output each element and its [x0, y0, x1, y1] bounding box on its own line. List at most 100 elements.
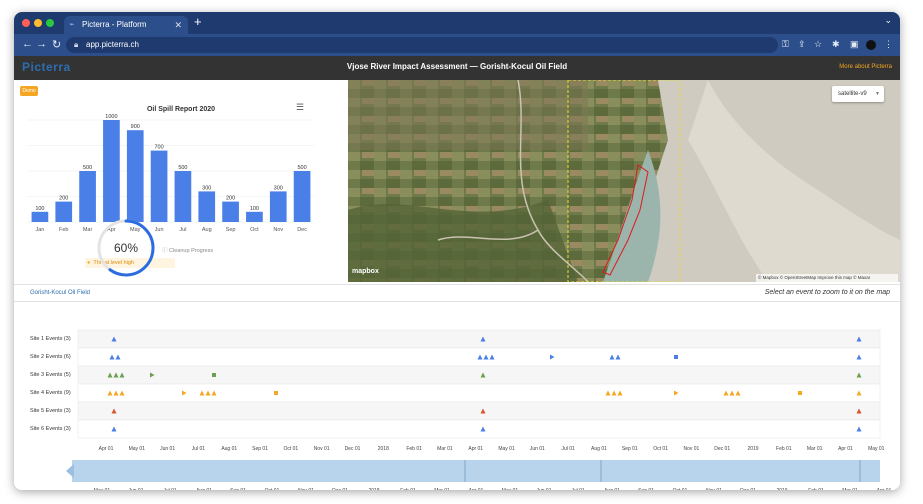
timeline-axis-label: Nov 01 [683, 446, 699, 452]
timeline-row [77, 383, 881, 403]
chart-bar [31, 211, 49, 222]
overview-axis-label: Jul 01 [571, 488, 585, 490]
cleanup-progress-label: ⓘ Cleanup Progress [162, 246, 213, 254]
x-tick-label: Jul [179, 227, 186, 233]
event-marker [798, 391, 802, 395]
map-attribution[interactable]: © Mapbox © OpenStreetMap Improve this ma… [756, 274, 898, 282]
minimize-window-button[interactable] [34, 19, 42, 27]
overview-axis-label: Dec 01 [332, 488, 348, 490]
chart-bar [103, 120, 120, 222]
x-tick-label: Sep [226, 227, 236, 233]
bar-value-label: 500 [178, 165, 187, 171]
timeline-axis-label: Mar 01 [807, 446, 823, 452]
plus-icon[interactable]: + [194, 14, 202, 29]
timeline-row-label: Site 1 Events (3) [30, 336, 71, 342]
timeline-axis-label: Feb 01 [776, 446, 792, 452]
chart-bar [150, 150, 168, 222]
chart-bar [174, 171, 192, 222]
timeline-axis-label: Feb 01 [406, 446, 422, 452]
chart-bar [198, 191, 216, 222]
overview-axis-label: 2019 [776, 488, 787, 490]
overview-axis-label: Aug 01 [196, 488, 212, 490]
x-tick-label: Aug [202, 227, 212, 233]
overview-left-handle [66, 464, 74, 478]
chevron-down-icon[interactable]: ⌄ [884, 15, 892, 26]
more-about-link[interactable]: More about Picterra [839, 64, 892, 70]
share-icon[interactable]: ⇪ [798, 39, 806, 50]
overview-axis-label: Nov 01 [298, 488, 314, 490]
info-icon: ⓘ [162, 248, 168, 254]
forward-arrow-icon[interactable]: → [36, 38, 47, 50]
timeline-axis-label: 2019 [747, 446, 758, 452]
timeline-axis-label: Nov 01 [314, 446, 330, 452]
x-tick-label: Feb [59, 227, 68, 233]
timeline-axis-label: 2018 [378, 446, 389, 452]
page-title: Vjose River Impact Assessment — Gorisht-… [346, 62, 568, 71]
timeline-overview-brush [72, 460, 880, 482]
browser-tab[interactable]: ⌁ Picterra - Platform ✕ [64, 16, 188, 34]
event-marker [212, 373, 216, 377]
timeline-axis-label: May 01 [868, 446, 885, 452]
x-tick-label: Jan [35, 227, 44, 233]
kebab-menu-icon[interactable]: ⋮ [884, 39, 893, 50]
bar-value-label: 300 [274, 185, 283, 191]
timeline-axis-label: Dec 01 [714, 446, 730, 452]
bookmark-star-icon[interactable]: ☆ [814, 39, 822, 50]
x-tick-label: Oct [250, 227, 259, 233]
x-tick-label: Nov [273, 227, 283, 233]
timeline-axis-label: Aug 01 [591, 446, 607, 452]
app-header: Picterra Vjose River Impact Assessment —… [14, 56, 900, 80]
timeline-row-label: Site 3 Events (5) [30, 372, 71, 378]
event-marker [674, 355, 678, 359]
timeline-hint: Select an event to zoom to it on the map [764, 289, 890, 296]
timeline-axis-label: Apr 01 [99, 446, 114, 452]
overview-axis-label: Jun 01 [536, 488, 551, 490]
chart-menu-icon[interactable]: ☰ [296, 102, 304, 113]
address-bar[interactable]: 🔒︎ app.picterra.ch [66, 37, 778, 53]
overview-axis-label: Oct 01 [265, 488, 280, 490]
chevron-down-icon: ▼ [875, 91, 880, 97]
browser-tab-title: Picterra - Platform [82, 20, 147, 29]
browser-window: ⌁ Picterra - Platform ✕ + ⌄ ← → ↻ 🔒︎ app… [14, 12, 900, 490]
satellite-map[interactable] [348, 80, 900, 282]
browser-toolbar: ← → ↻ 🔒︎ app.picterra.ch ⚿ ⇪ ☆ ✱ ▣ ⋮ [14, 34, 900, 56]
bar-value-label: 1000 [105, 114, 117, 120]
profile-avatar[interactable] [866, 40, 876, 50]
timeline-row [77, 329, 881, 349]
demo-badge: Demo [20, 86, 38, 96]
mapbox-logo[interactable]: mapbox [352, 268, 379, 275]
overview-axis-label: Sep 01 [230, 488, 246, 490]
overview-axis-label: Sep 01 [638, 488, 654, 490]
browser-tab-bar: ⌁ Picterra - Platform ✕ + ⌄ [14, 12, 900, 34]
sidebar-icon[interactable]: ▣ [850, 39, 859, 50]
overview-axis-label: Jun 01 [128, 488, 143, 490]
oil-spill-bar-chart: 100Jan200Feb500Mar1000Apr900May700Jun500… [28, 114, 314, 233]
close-tab-icon[interactable]: ✕ [174, 16, 182, 34]
overview-axis-label: Dec 01 [740, 488, 756, 490]
timeline-row [77, 401, 881, 421]
timeline-axis-label: Aug 01 [221, 446, 237, 452]
satellite-imagery[interactable] [348, 80, 900, 282]
chart-bar [293, 171, 311, 222]
overview-axis-label: Apr 01 [469, 488, 484, 490]
close-window-button[interactable] [22, 19, 30, 27]
back-arrow-icon[interactable]: ← [22, 38, 33, 50]
bar-value-label: 200 [59, 196, 68, 202]
maximize-window-button[interactable] [46, 19, 54, 27]
reload-icon[interactable]: ↻ [52, 38, 61, 51]
timeline-axis-label: Mar 01 [437, 446, 453, 452]
timeline-chart[interactable]: Apr 01 May 01 Jun 01 Jul 01 Aug 01 Sep 01 Oct … [14, 302, 900, 490]
timeline-axis-label: May 01 [129, 446, 146, 452]
timeline-row-label: Site 5 Events (3) [30, 408, 71, 414]
picterra-favicon-icon: ⌁ [69, 19, 75, 29]
field-link[interactable]: Gorisht-Kocul Oil Field [30, 290, 90, 296]
overview-axis-label: 2018 [368, 488, 379, 490]
extensions-puzzle-icon[interactable]: ✱ [832, 39, 840, 50]
overview-axis-label: Mar 01 [842, 488, 858, 490]
bar-value-label: 200 [226, 196, 235, 202]
overview-axis-label: Apr 01 [877, 488, 892, 490]
key-icon[interactable]: ⚿ [782, 39, 789, 50]
progress-value: 60% [114, 241, 138, 255]
map-style-selector[interactable]: satellite-v9 ▼ [832, 86, 884, 102]
x-tick-label: Mar [83, 227, 93, 233]
